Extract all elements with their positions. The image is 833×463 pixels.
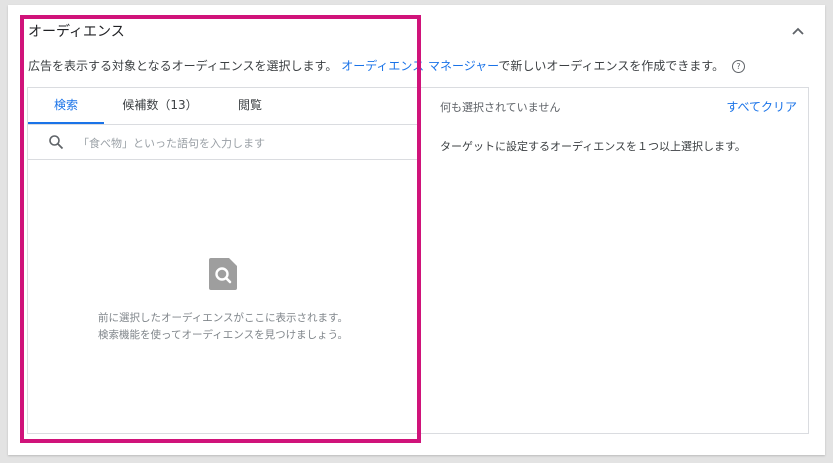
tab-bar: 検索 候補数（13） 閲覧 [28, 88, 418, 125]
selection-status: 何も選択されていません [440, 101, 561, 114]
selection-header: 何も選択されていません すべてクリア [419, 88, 808, 124]
tab-suggestions[interactable]: 候補数（13） [104, 88, 216, 124]
description-suffix: で新しいオーディエンスを作成できます。 [498, 59, 725, 73]
selection-hint: ターゲットに設定するオーディエンスを１つ以上選択します。 [440, 140, 746, 153]
search-input[interactable] [76, 131, 400, 155]
tab-search[interactable]: 検索 [28, 88, 104, 124]
collapse-button[interactable] [788, 21, 808, 41]
section-title: オーディエンス [28, 24, 125, 40]
chevron-up-icon [792, 27, 804, 35]
selected-audiences: 何も選択されていません すべてクリア ターゲットに設定するオーディエンスを１つ以… [419, 88, 808, 433]
audience-browser: 検索 候補数（13） 閲覧 前に選択したオーディエンスがここに表示されます。 検… [28, 88, 419, 433]
empty-state-line-2: 検索機能を使ってオーディエンスを見つけましょう。 [98, 329, 348, 341]
audience-manager-link[interactable]: オーディエンス マネージャー [341, 59, 498, 73]
description-prefix: 広告を表示する対象となるオーディエンスを選択します。 [28, 59, 338, 73]
search-row [28, 125, 418, 160]
search-icon [49, 135, 64, 150]
clear-all-button[interactable]: すべてクリア [726, 98, 797, 115]
tab-browse[interactable]: 閲覧 [216, 88, 284, 124]
empty-state-line-1: 前に選択したオーディエンスがここに表示されます。 [97, 312, 348, 324]
search-document-icon [209, 258, 237, 290]
audience-card: オーディエンス 広告を表示する対象となるオーディエンスを選択します。 オーディエ… [8, 5, 825, 455]
section-description: 広告を表示する対象となるオーディエンスを選択します。 オーディエンス マネージャ… [28, 57, 745, 74]
audience-panel: 検索 候補数（13） 閲覧 前に選択したオーディエンスがここに表示されます。 検… [27, 87, 809, 434]
help-icon[interactable]: ? [731, 60, 745, 73]
